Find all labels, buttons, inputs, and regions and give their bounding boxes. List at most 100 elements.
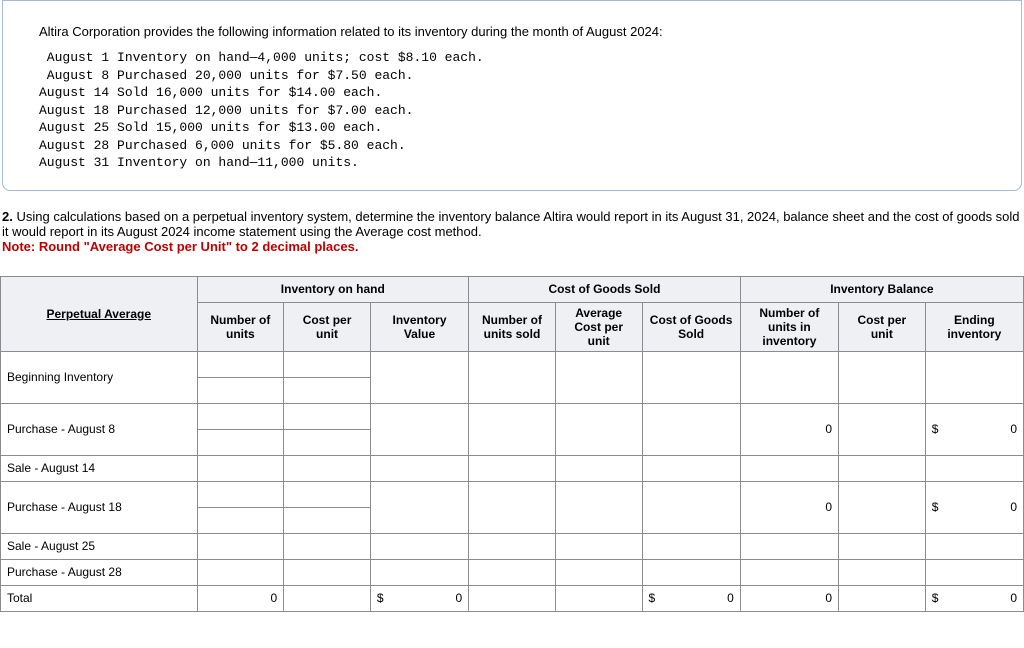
input-cell[interactable] <box>925 533 1023 559</box>
input-cell[interactable] <box>925 559 1023 585</box>
input-cell[interactable] <box>642 533 740 559</box>
input-cell[interactable] <box>555 351 642 403</box>
perpetual-average-header: Perpetual Average <box>1 276 198 351</box>
input-cell[interactable] <box>642 403 740 455</box>
input-cell[interactable] <box>839 455 926 481</box>
input-cell[interactable] <box>740 455 838 481</box>
col-num-units-inv: Number of units in inventory <box>740 302 838 351</box>
calc-cell: 0 <box>740 403 838 455</box>
question-block: 2. Using calculations based on a perpetu… <box>0 209 1024 262</box>
col-cost-per-unit-bal: Cost per unit <box>839 302 926 351</box>
table-row: Purchase - August 28 <box>1 559 1024 585</box>
calc-cell: 0 <box>740 481 838 533</box>
input-cell[interactable] <box>197 403 284 429</box>
input-cell[interactable] <box>370 351 468 403</box>
calc-cell <box>839 585 926 611</box>
col-inventory-value: Inventory Value <box>370 302 468 351</box>
col-cogs: Cost of Goods Sold <box>642 302 740 351</box>
input-cell[interactable] <box>284 429 371 455</box>
input-cell[interactable] <box>469 403 556 455</box>
calc-cell: 0 <box>197 585 284 611</box>
input-cell[interactable] <box>469 533 556 559</box>
table-row: Purchase - August 18 0 $0 <box>1 481 1024 507</box>
row-beginning-inventory: Beginning Inventory <box>1 351 198 403</box>
row-sale-aug-14: Sale - August 14 <box>1 455 198 481</box>
input-cell[interactable] <box>284 455 371 481</box>
table-row: Sale - August 25 <box>1 533 1024 559</box>
row-purchase-aug-18: Purchase - August 18 <box>1 481 198 533</box>
input-cell[interactable] <box>469 559 556 585</box>
table-row: Sale - August 14 <box>1 455 1024 481</box>
input-cell[interactable] <box>469 351 556 403</box>
input-cell[interactable] <box>197 533 284 559</box>
input-cell[interactable] <box>642 559 740 585</box>
col-cost-per-unit: Cost per unit <box>284 302 371 351</box>
input-cell[interactable] <box>925 351 1023 403</box>
note-label: Note: <box>2 239 35 254</box>
input-cell[interactable] <box>370 403 468 455</box>
table-row: Beginning Inventory <box>1 351 1024 377</box>
input-cell[interactable] <box>370 481 468 533</box>
input-cell[interactable] <box>197 455 284 481</box>
input-cell[interactable] <box>555 481 642 533</box>
question-body: Using calculations based on a perpetual … <box>2 209 1020 239</box>
group-inventory-balance: Inventory Balance <box>740 276 1023 302</box>
calc-cell <box>555 585 642 611</box>
input-cell[interactable] <box>197 377 284 403</box>
input-cell[interactable] <box>555 533 642 559</box>
input-cell[interactable] <box>370 559 468 585</box>
input-cell[interactable] <box>284 559 371 585</box>
calc-cell <box>469 585 556 611</box>
table-row: Total 0 $0 $0 0 $0 <box>1 585 1024 611</box>
input-cell[interactable] <box>839 351 926 403</box>
calc-cell: $0 <box>925 481 1023 533</box>
calc-cell <box>284 585 371 611</box>
calc-cell: $0 <box>370 585 468 611</box>
input-cell[interactable] <box>370 533 468 559</box>
calc-cell: $0 <box>925 403 1023 455</box>
calc-cell: $0 <box>925 585 1023 611</box>
input-cell[interactable] <box>839 533 926 559</box>
group-inventory-on-hand: Inventory on hand <box>197 276 469 302</box>
input-cell[interactable] <box>197 507 284 533</box>
intro-text: Altira Corporation provides the followin… <box>39 24 985 39</box>
input-cell[interactable] <box>284 507 371 533</box>
worksheet-table: Perpetual Average Inventory on hand Cost… <box>0 276 1024 612</box>
col-ending-inventory: Ending inventory <box>925 302 1023 351</box>
col-num-units-sold: Number of units sold <box>469 302 556 351</box>
col-num-units: Number of units <box>197 302 284 351</box>
row-sale-aug-25: Sale - August 25 <box>1 533 198 559</box>
input-cell[interactable] <box>284 403 371 429</box>
input-cell[interactable] <box>197 429 284 455</box>
input-cell[interactable] <box>740 559 838 585</box>
input-cell[interactable] <box>839 559 926 585</box>
input-cell[interactable] <box>555 403 642 455</box>
info-panel: Altira Corporation provides the followin… <box>2 0 1022 191</box>
input-cell[interactable] <box>642 351 740 403</box>
input-cell[interactable] <box>839 403 926 455</box>
input-cell[interactable] <box>284 351 371 377</box>
input-cell[interactable] <box>740 533 838 559</box>
col-avg-cost-per-unit: Average Cost per unit <box>555 302 642 351</box>
input-cell[interactable] <box>197 481 284 507</box>
input-cell[interactable] <box>284 377 371 403</box>
calc-cell: 0 <box>740 585 838 611</box>
row-total: Total <box>1 585 198 611</box>
input-cell[interactable] <box>555 455 642 481</box>
input-cell[interactable] <box>284 533 371 559</box>
note-body: Round "Average Cost per Unit" to 2 decim… <box>39 239 359 254</box>
input-cell[interactable] <box>839 481 926 533</box>
input-cell[interactable] <box>197 351 284 377</box>
input-cell[interactable] <box>555 559 642 585</box>
input-cell[interactable] <box>642 481 740 533</box>
table-row: Purchase - August 8 0 $0 <box>1 403 1024 429</box>
input-cell[interactable] <box>284 481 371 507</box>
input-cell[interactable] <box>740 351 838 403</box>
input-cell[interactable] <box>197 559 284 585</box>
input-cell[interactable] <box>469 481 556 533</box>
input-cell[interactable] <box>925 455 1023 481</box>
input-cell[interactable] <box>469 455 556 481</box>
input-cell[interactable] <box>642 455 740 481</box>
input-cell[interactable] <box>370 455 468 481</box>
row-purchase-aug-8: Purchase - August 8 <box>1 403 198 455</box>
